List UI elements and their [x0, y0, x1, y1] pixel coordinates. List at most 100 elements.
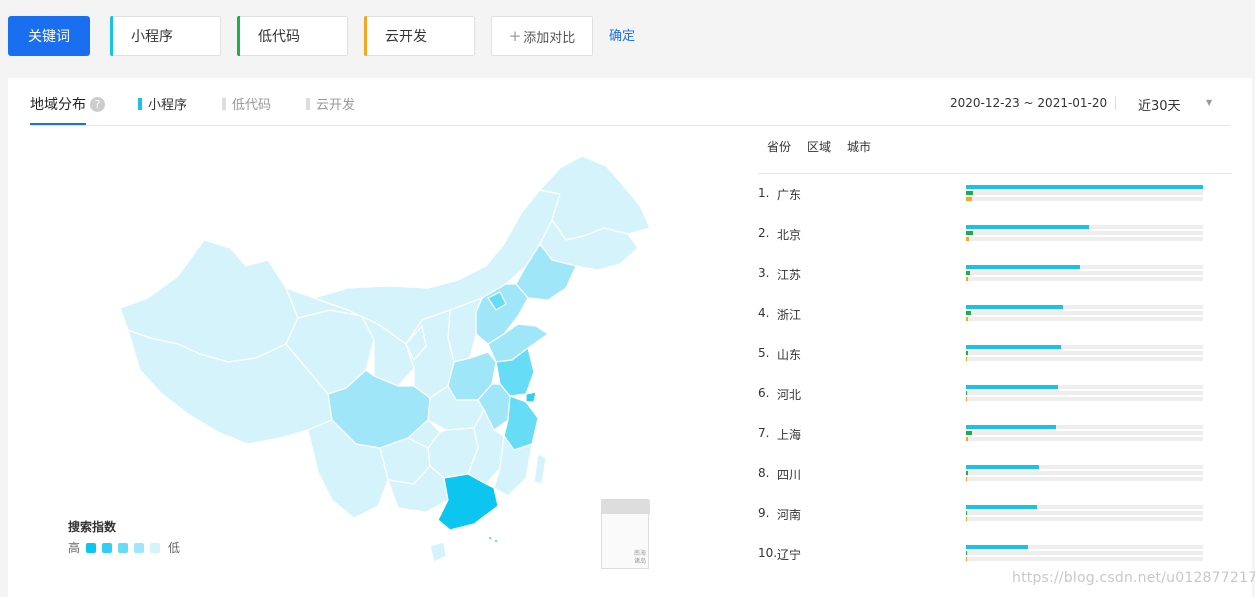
tab-label: 地域分布	[30, 97, 86, 113]
bar-lowcode	[966, 311, 971, 315]
bar-track	[966, 277, 1203, 281]
bar-cloud	[966, 277, 969, 281]
legend-swatch	[306, 97, 310, 110]
bar-track	[966, 265, 1203, 269]
bar-track	[966, 517, 1203, 521]
bar-miniprogram	[966, 545, 1028, 549]
help-icon[interactable]: ?	[90, 96, 105, 112]
province-name: 河北	[777, 388, 802, 402]
keyword-button[interactable]: 关键词	[8, 16, 90, 56]
tab-province[interactable]: 省份	[767, 138, 791, 173]
bar-track	[966, 511, 1203, 515]
add-compare-label: 添加对比	[523, 30, 576, 46]
south-sea-dots	[489, 537, 497, 542]
plus-icon: +	[508, 27, 522, 45]
bar-lowcode	[966, 511, 968, 515]
bar-track	[966, 191, 1203, 195]
legend-title: 搜索指数	[68, 520, 117, 534]
province-name: 四川	[777, 468, 802, 482]
legend-swatch	[138, 97, 142, 110]
bar-track	[966, 385, 1203, 389]
term-input-2[interactable]: 低代码	[237, 16, 348, 56]
legend-swatch	[222, 97, 226, 110]
bar-track	[966, 237, 1203, 241]
bar-lowcode	[966, 191, 974, 195]
date-range: 2020-12-23 ~ 2021-01-20	[950, 96, 1108, 110]
bar-track	[966, 185, 1203, 189]
active-tab-indicator	[30, 123, 86, 125]
period-select[interactable]: 近30天	[1138, 95, 1181, 114]
bar-track	[966, 391, 1203, 395]
bar-track	[966, 271, 1203, 275]
ranking-row: 9. 河南	[758, 498, 1232, 538]
rank-number: 7.	[758, 426, 770, 440]
tab-region-distribution[interactable]: 地域分布 ?	[30, 94, 105, 114]
ranking-row: 4. 浙江	[758, 298, 1232, 338]
bar-miniprogram	[966, 505, 1038, 509]
bar-track	[966, 545, 1203, 549]
province-name: 广东	[777, 188, 802, 202]
legend-term-lowcode[interactable]: 低代码	[222, 94, 271, 113]
province-name: 浙江	[777, 308, 802, 322]
rank-number: 3.	[758, 266, 770, 280]
bar-cloud	[966, 557, 968, 561]
bar-miniprogram	[966, 185, 1203, 189]
bar-track	[966, 505, 1203, 509]
province-name: 山东	[777, 348, 802, 362]
confirm-link[interactable]: 确定	[609, 25, 635, 44]
term-input-3[interactable]: 云开发	[364, 16, 475, 56]
bar-track	[966, 317, 1203, 321]
bar-lowcode	[966, 271, 970, 275]
bar-track	[966, 471, 1203, 475]
add-compare-button[interactable]: + 添加对比	[491, 16, 593, 56]
bar-track	[966, 305, 1203, 309]
bar-track	[966, 197, 1203, 201]
term-label: 云开发	[385, 29, 427, 45]
legend-term-label: 低代码	[232, 98, 272, 113]
bar-track	[966, 351, 1203, 355]
tab-city[interactable]: 城市	[847, 138, 871, 173]
bar-miniprogram	[966, 425, 1057, 429]
region-panel: 地域分布 ? 小程序 低代码 云开发 2020-12-23 ~ 2021-01-…	[8, 78, 1252, 597]
province-name: 北京	[777, 228, 802, 242]
divider	[1115, 96, 1116, 110]
bar-track	[966, 465, 1203, 469]
term-input-1[interactable]: 小程序	[110, 16, 221, 56]
legend-swatch-3	[118, 542, 129, 553]
province-name: 江苏	[777, 268, 802, 282]
caret-down-icon[interactable]: ▼	[1206, 98, 1212, 107]
bar-miniprogram	[966, 265, 1080, 269]
legend-swatch-2	[102, 542, 113, 553]
bar-track	[966, 357, 1203, 361]
legend-swatch-1	[86, 542, 97, 553]
bar-lowcode	[966, 551, 968, 555]
bar-track	[966, 425, 1203, 429]
bar-cloud	[966, 317, 969, 321]
legend-term-label: 云开发	[316, 98, 356, 113]
bar-lowcode	[966, 391, 968, 395]
watermark: https://blog.csdn.net/u012877217	[1012, 570, 1255, 586]
province-name: 辽宁	[777, 548, 802, 562]
region-zhejiang	[503, 395, 539, 451]
ranking-row: 1. 广东	[758, 178, 1232, 218]
bar-cloud	[966, 197, 972, 201]
inset-label: 南海诸岛	[634, 550, 647, 565]
rank-number: 5.	[758, 346, 770, 360]
bar-track	[966, 557, 1203, 561]
rank-number: 10.	[758, 546, 778, 560]
bar-cloud	[966, 437, 969, 441]
south-china-sea-inset: 南海诸岛	[601, 499, 650, 569]
bar-track	[966, 397, 1203, 401]
region-shanghai	[525, 391, 537, 403]
bar-miniprogram	[966, 345, 1061, 349]
legend-term-cloud[interactable]: 云开发	[306, 94, 355, 113]
ranking-tabs: 省份 区域 城市	[758, 138, 1232, 174]
term-label: 低代码	[258, 29, 300, 45]
ranking-row: 7. 上海	[758, 418, 1232, 458]
province-name: 河南	[777, 508, 802, 522]
tab-region[interactable]: 区域	[807, 138, 831, 173]
legend-term-miniprogram[interactable]: 小程序	[138, 94, 187, 113]
rank-number: 4.	[758, 306, 770, 320]
rank-number: 9.	[758, 506, 770, 520]
province-name: 上海	[777, 428, 802, 442]
